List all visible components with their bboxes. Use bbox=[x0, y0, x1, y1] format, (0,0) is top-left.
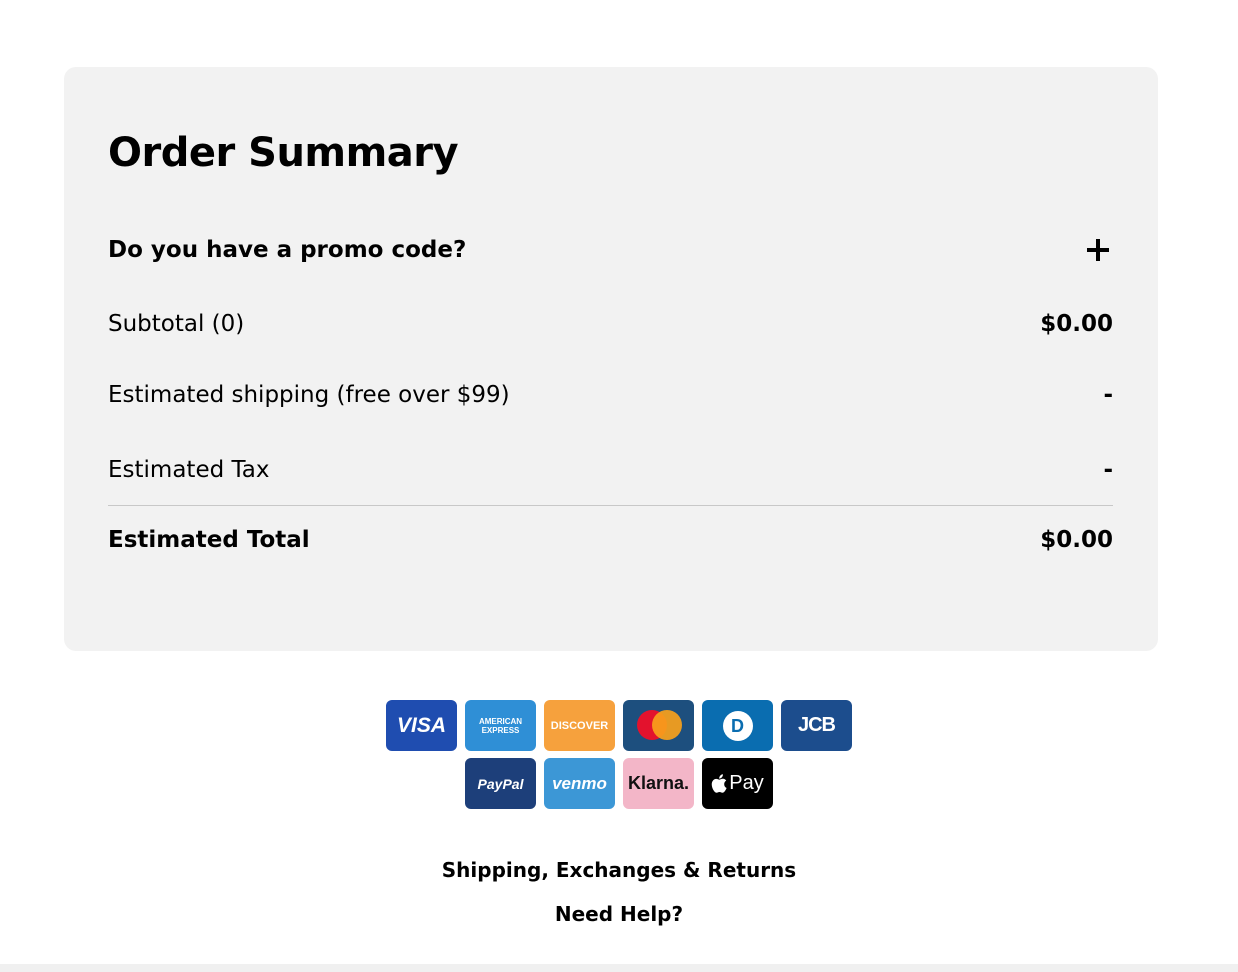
jcb-icon: JCB bbox=[781, 700, 852, 751]
total-label: Estimated Total bbox=[108, 527, 310, 553]
apple-pay-icon: Pay bbox=[702, 758, 773, 809]
total-divider bbox=[108, 505, 1113, 506]
venmo-icon: venmo bbox=[544, 758, 615, 809]
apple-logo-icon bbox=[712, 774, 727, 793]
total-value: $0.00 bbox=[1040, 527, 1113, 553]
tax-row: Estimated Tax - bbox=[108, 455, 1113, 485]
subtotal-row: Subtotal (0) $0.00 bbox=[108, 309, 1113, 339]
shipping-label: Estimated shipping (free over $99) bbox=[108, 382, 510, 408]
bottom-strip bbox=[0, 964, 1238, 972]
shipping-value: - bbox=[1103, 382, 1113, 408]
visa-icon: VISA bbox=[386, 700, 457, 751]
promo-code-label: Do you have a promo code? bbox=[108, 237, 467, 263]
plus-icon[interactable] bbox=[1087, 239, 1109, 261]
shipping-row: Estimated shipping (free over $99) - bbox=[108, 380, 1113, 410]
total-row: Estimated Total $0.00 bbox=[108, 525, 1113, 555]
klarna-icon: Klarna. bbox=[623, 758, 694, 809]
diners-club-icon: D bbox=[702, 700, 773, 751]
tax-label: Estimated Tax bbox=[108, 457, 270, 483]
paypal-icon: PayPal bbox=[465, 758, 536, 809]
subtotal-label: Subtotal (0) bbox=[108, 311, 245, 337]
order-summary-card: Order Summary Do you have a promo code? … bbox=[64, 67, 1158, 651]
subtotal-value: $0.00 bbox=[1040, 311, 1113, 337]
payment-row-1: VISA AMERICAN EXPRESS DISCOVER D JCB bbox=[0, 700, 1238, 751]
apple-pay-label: Pay bbox=[729, 772, 764, 794]
discover-icon: DISCOVER bbox=[544, 700, 615, 751]
amex-icon: AMERICAN EXPRESS bbox=[465, 700, 536, 751]
mastercard-icon bbox=[623, 700, 694, 751]
promo-code-toggle[interactable]: Do you have a promo code? bbox=[108, 235, 1113, 265]
payment-row-2: PayPal venmo Klarna. Pay bbox=[0, 758, 1238, 809]
diners-club-mark: D bbox=[722, 710, 753, 741]
shipping-exchanges-returns-link[interactable]: Shipping, Exchanges & Returns bbox=[0, 858, 1238, 882]
order-summary-title: Order Summary bbox=[108, 130, 459, 176]
mastercard-yellow-circle bbox=[652, 710, 682, 740]
tax-value: - bbox=[1103, 457, 1113, 483]
need-help-link[interactable]: Need Help? bbox=[0, 902, 1238, 926]
payment-methods: VISA AMERICAN EXPRESS DISCOVER D JCB Pay… bbox=[0, 700, 1238, 809]
